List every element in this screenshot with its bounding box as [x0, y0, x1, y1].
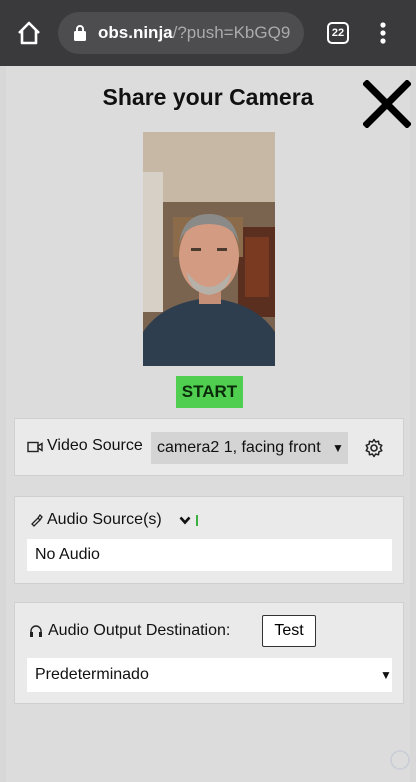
gear-icon[interactable]: [364, 438, 384, 458]
audio-level-meter: [196, 515, 198, 526]
page-title: Share your Camera: [102, 84, 314, 110]
audio-output-section: Audio Output Destination: Test Predeterm…: [14, 602, 404, 704]
video-source-select[interactable]: camera2 1, facing front ▼: [151, 432, 348, 464]
lock-icon: [74, 25, 86, 41]
video-source-section: Video Source camera2 1, facing front ▼: [14, 418, 404, 476]
url-path: /?push=KbGQ9: [172, 23, 291, 42]
audio-output-label: Audio Output Destination:: [48, 622, 231, 639]
headphones-icon: [30, 625, 42, 637]
url-text: obs.ninja/?push=KbGQ9: [98, 23, 290, 43]
home-icon[interactable]: [16, 20, 42, 46]
camera-preview: [143, 132, 275, 366]
audio-output-select[interactable]: Predeterminado ▼: [27, 658, 392, 692]
chevron-down-icon: ▼: [380, 668, 392, 682]
test-button[interactable]: Test: [262, 615, 316, 647]
chevron-down-icon: ▼: [332, 441, 344, 455]
video-source-value: camera2 1, facing front: [157, 439, 321, 456]
browser-toolbar: obs.ninja/?push=KbGQ9 22: [0, 0, 416, 66]
audio-output-value: Predeterminado: [35, 666, 149, 683]
audio-source-section: Audio Source(s) No Audio: [14, 496, 404, 584]
start-button[interactable]: START: [176, 376, 243, 408]
video-camera-icon: [27, 441, 43, 453]
close-icon[interactable]: [363, 80, 411, 128]
url-host: obs.ninja: [98, 23, 173, 42]
tab-switcher-button[interactable]: 22: [327, 22, 349, 44]
chevron-down-icon[interactable]: [179, 516, 191, 525]
video-source-label: Video Source: [47, 437, 143, 454]
faint-overlay-icon: [390, 750, 410, 770]
microphone-icon: [31, 513, 43, 527]
audio-source-field[interactable]: No Audio: [27, 539, 392, 571]
address-bar[interactable]: obs.ninja/?push=KbGQ9: [58, 12, 304, 54]
audio-source-label[interactable]: Audio Source(s): [47, 511, 162, 529]
more-menu-icon[interactable]: [380, 22, 386, 44]
